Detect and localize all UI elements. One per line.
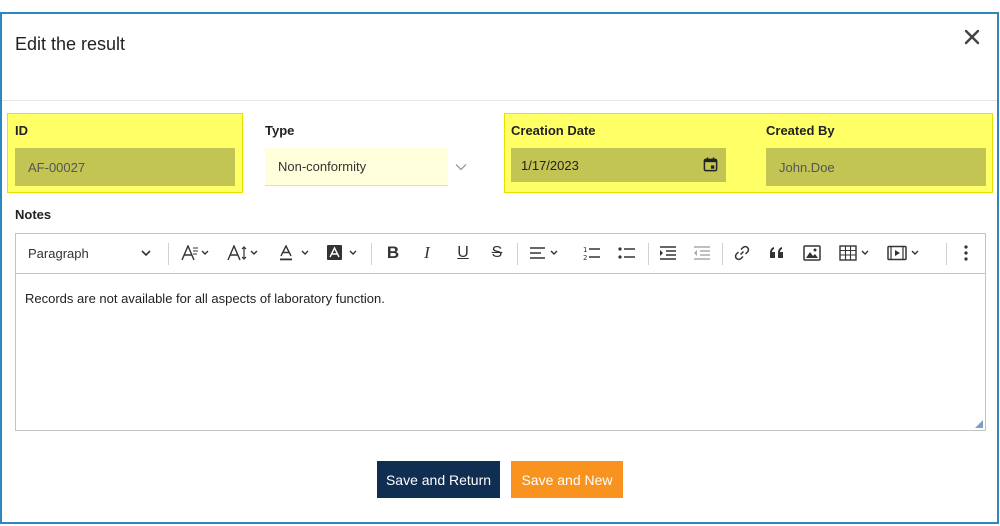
svg-text:1: 1 (583, 246, 587, 254)
alignment-button[interactable] (523, 234, 567, 272)
background-color-button[interactable] (321, 234, 365, 272)
paragraph-label: Paragraph (28, 245, 89, 261)
font-color-icon (280, 245, 309, 261)
notes-content: Records are not available for all aspect… (25, 291, 385, 306)
font-size-icon (227, 245, 258, 261)
id-field: AF-00027 (15, 148, 235, 186)
resize-handle-icon[interactable] (975, 420, 983, 428)
bold-button[interactable]: B (378, 234, 408, 272)
italic-button[interactable]: I (412, 234, 442, 272)
toolbar-divider (517, 243, 518, 265)
created-by-field: John.Doe (766, 148, 986, 186)
image-icon (803, 245, 821, 261)
media-icon (887, 245, 919, 261)
edit-result-dialog: Edit the result ID Type Creation Date Cr… (0, 12, 999, 524)
toolbar-divider (946, 243, 947, 265)
dialog-header: Edit the result (2, 14, 997, 101)
id-label: ID (15, 123, 28, 138)
insert-table-button[interactable] (834, 234, 876, 272)
indent-icon (660, 246, 676, 260)
notes-label: Notes (15, 207, 52, 222)
editor-toolbar: Paragraph B I U S 1 2 (15, 233, 986, 273)
font-color-button[interactable] (273, 234, 317, 272)
insert-image-button[interactable] (798, 234, 826, 272)
toolbar-divider (722, 243, 723, 265)
paragraph-dropdown[interactable]: Paragraph (20, 234, 160, 272)
background-color-icon (327, 245, 357, 260)
notes-editor[interactable]: Records are not available for all aspect… (15, 273, 986, 431)
table-icon (839, 245, 869, 261)
creation-date-value: 1/17/2023 (521, 157, 579, 173)
outdent-icon (694, 246, 710, 260)
toolbar-divider (168, 243, 169, 265)
type-select[interactable]: Non-conformity (265, 148, 448, 186)
underline-button[interactable]: U (448, 234, 478, 272)
numbered-list-icon: 1 2 (583, 246, 600, 261)
creation-date-label: Creation Date (511, 123, 596, 138)
svg-text:2: 2 (583, 254, 587, 261)
outdent-button[interactable] (688, 234, 716, 272)
creation-date-field[interactable]: 1/17/2023 (511, 148, 726, 182)
calendar-icon[interactable] (703, 157, 718, 172)
font-family-button[interactable] (176, 234, 216, 272)
bulleted-list-icon (618, 247, 635, 259)
indent-button[interactable] (654, 234, 682, 272)
align-left-icon (530, 247, 558, 259)
dialog-title: Edit the result (15, 34, 126, 54)
created-by-label: Created By (766, 123, 835, 138)
font-family-icon (181, 245, 209, 261)
insert-media-button[interactable] (882, 234, 926, 272)
numbered-list-button[interactable]: 1 2 (578, 234, 606, 272)
link-button[interactable] (728, 234, 756, 272)
more-options-button[interactable] (954, 234, 978, 272)
strikethrough-button[interactable]: S (482, 234, 512, 272)
type-label: Type (265, 123, 295, 138)
bulleted-list-button[interactable] (613, 234, 641, 272)
blockquote-button[interactable] (763, 234, 791, 272)
save-and-new-button[interactable]: Save and New (511, 461, 623, 498)
link-icon (734, 245, 750, 261)
chevron-down-icon (141, 250, 151, 257)
toolbar-divider (371, 243, 372, 265)
chevron-down-icon[interactable] (454, 160, 468, 174)
toolbar-divider (648, 243, 649, 265)
close-icon[interactable] (961, 26, 983, 48)
more-vertical-icon (964, 245, 968, 261)
save-and-return-button[interactable]: Save and Return (377, 461, 500, 498)
font-size-button[interactable] (222, 234, 266, 272)
quote-icon (770, 247, 783, 258)
